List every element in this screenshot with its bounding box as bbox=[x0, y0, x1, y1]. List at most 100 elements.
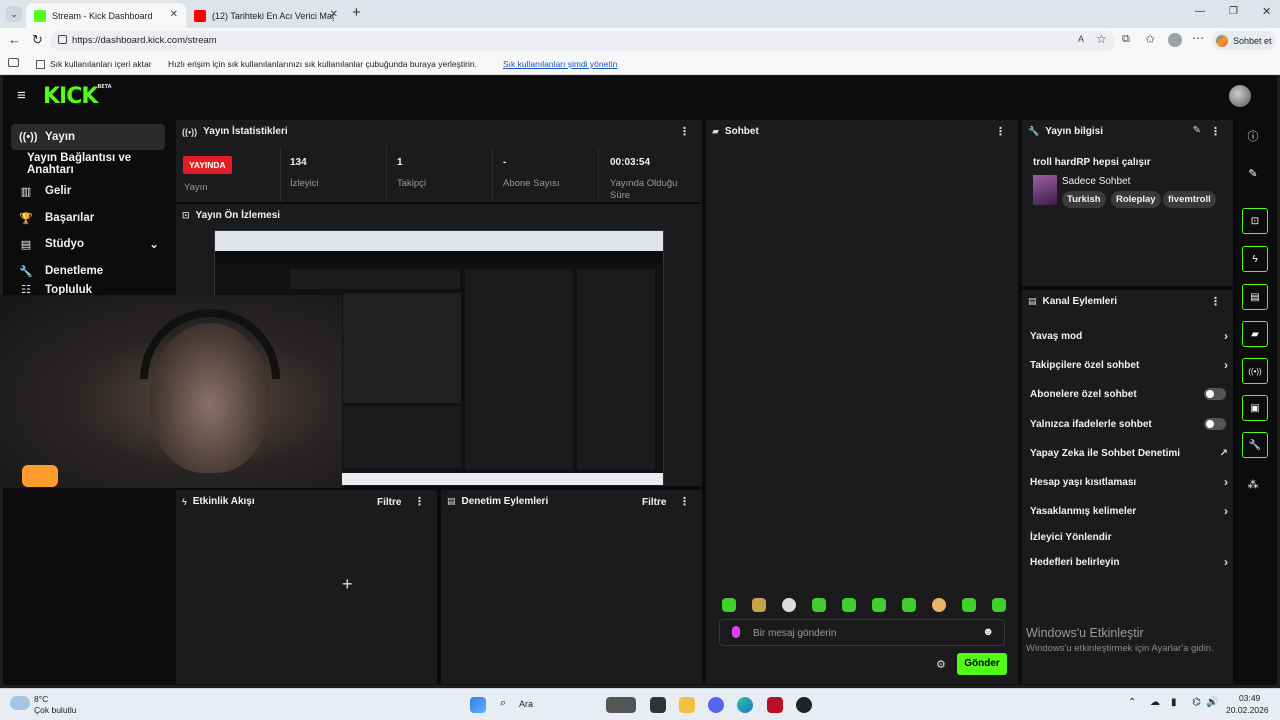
chat-bubble-icon[interactable]: ▰ bbox=[1242, 321, 1268, 347]
action-host-viewers[interactable]: İzleyici Yönlendir bbox=[1030, 527, 1228, 547]
toggle-switch[interactable] bbox=[1204, 388, 1226, 400]
sidebar-item-basarilar[interactable]: 🏆 Başarılar bbox=[11, 205, 165, 231]
category-name[interactable]: Sadece Sohbet bbox=[1062, 176, 1130, 187]
tag-chip[interactable]: fivemtroll bbox=[1163, 191, 1216, 208]
app-icon[interactable] bbox=[767, 697, 783, 713]
extensions-icon[interactable]: ⧉ bbox=[1122, 33, 1130, 46]
profile-avatar[interactable] bbox=[1168, 33, 1182, 47]
sidebar-item-stream-key[interactable]: Yayın Bağlantısı ve Anahtarı bbox=[19, 151, 179, 177]
action-slow-mode[interactable]: Yavaş mod › bbox=[1030, 326, 1228, 346]
action-account-age[interactable]: Hesap yaşı kısıtlaması › bbox=[1030, 472, 1228, 492]
volume-icon[interactable]: 🔊 bbox=[1206, 697, 1218, 708]
taskbar-search[interactable]: ⌕ Ara bbox=[494, 694, 594, 716]
refresh-icon[interactable]: ↻ bbox=[32, 32, 43, 48]
new-tab-button[interactable]: + bbox=[352, 4, 361, 21]
focus-icon[interactable]: ⊡ bbox=[1242, 208, 1268, 234]
emote-icon[interactable] bbox=[872, 598, 886, 612]
more-options-icon[interactable]: ⋮ bbox=[1210, 125, 1221, 138]
battery-icon[interactable]: ▮ bbox=[1171, 697, 1177, 708]
video-panel-icon[interactable]: ▣ bbox=[1242, 395, 1268, 421]
windows-start-icon[interactable] bbox=[470, 697, 486, 713]
filter-button[interactable]: Filtre bbox=[377, 497, 401, 508]
close-tab-icon[interactable]: ✕ bbox=[170, 9, 178, 20]
import-favorites-link[interactable]: Sık kullanılanları içeri aktar bbox=[36, 59, 152, 70]
clock-date[interactable]: 20.02.2026 bbox=[1226, 705, 1269, 715]
tab-kick-dashboard[interactable]: Stream - Kick Dashboard ✕ bbox=[26, 3, 186, 28]
more-options-icon[interactable]: ⋮ bbox=[679, 125, 690, 138]
close-window-icon[interactable]: ✕ bbox=[1262, 5, 1271, 18]
filter-button[interactable]: Filtre bbox=[642, 497, 666, 508]
obs-icon[interactable] bbox=[796, 697, 812, 713]
reading-list-icon[interactable] bbox=[8, 58, 19, 67]
emote-icon[interactable] bbox=[962, 598, 976, 612]
wrench-icon[interactable]: 🔧 bbox=[1242, 432, 1268, 458]
kick-logo[interactable]: KICKBETA bbox=[43, 84, 112, 109]
more-options-icon[interactable]: ⋮ bbox=[414, 495, 425, 508]
edit-icon[interactable]: ✎ bbox=[1193, 125, 1201, 136]
read-aloud-icon[interactable]: A bbox=[1078, 34, 1084, 44]
task-view-icon[interactable] bbox=[650, 697, 666, 713]
send-button[interactable]: Gönder bbox=[957, 653, 1007, 675]
more-options-icon[interactable]: ⋮ bbox=[995, 125, 1006, 138]
more-options-icon[interactable]: ⋮ bbox=[679, 495, 690, 508]
tag-chip[interactable]: Roleplay bbox=[1111, 191, 1161, 208]
action-subscribers-only[interactable]: Abonelere özel sohbet bbox=[1030, 384, 1228, 404]
discord-icon[interactable] bbox=[708, 697, 724, 713]
chat-input[interactable]: Bir mesaj gönderin ☻ bbox=[719, 619, 1005, 646]
emote-icon[interactable] bbox=[722, 598, 736, 612]
emote-icon[interactable] bbox=[812, 598, 826, 612]
emote-icon[interactable] bbox=[902, 598, 916, 612]
edge-icon[interactable] bbox=[737, 697, 753, 713]
action-emotes-only[interactable]: Yalnızca ifadelerle sohbet bbox=[1030, 414, 1228, 434]
emote-icon[interactable] bbox=[932, 598, 946, 612]
settings-more-icon[interactable]: ⋯ bbox=[1192, 31, 1204, 45]
minimize-icon[interactable]: — bbox=[1195, 6, 1205, 17]
sidebar-item-yayin[interactable]: ((•)) Yayın bbox=[11, 124, 165, 150]
tray-chevron-icon[interactable]: ⌃ bbox=[1128, 697, 1136, 708]
sidebar-item-topluluk[interactable]: ☷ Topluluk bbox=[11, 282, 165, 296]
broadcast-icon[interactable]: ((•)) bbox=[1242, 358, 1268, 384]
community-icon[interactable]: ⁂ bbox=[1240, 471, 1266, 497]
microphone-icon[interactable] bbox=[732, 626, 740, 638]
chat-settings-icon[interactable]: ⚙ bbox=[936, 658, 946, 671]
more-options-icon[interactable]: ⋮ bbox=[1210, 295, 1221, 308]
favorite-star-icon[interactable]: ☆ bbox=[1096, 32, 1107, 46]
weather-icon[interactable] bbox=[10, 696, 30, 710]
action-followers-only[interactable]: Takipçilere özel sohbet › bbox=[1030, 355, 1228, 375]
emote-icon[interactable] bbox=[842, 598, 856, 612]
site-info-icon[interactable] bbox=[58, 35, 67, 44]
edit-pencil-icon[interactable]: ✎ bbox=[1240, 160, 1266, 186]
toggle-switch[interactable] bbox=[1204, 418, 1226, 430]
document-icon[interactable]: ▤ bbox=[1242, 284, 1268, 310]
menu-icon[interactable]: ≡ bbox=[17, 87, 26, 104]
back-icon[interactable]: ← bbox=[8, 32, 21, 47]
live-badge: YAYINDA bbox=[183, 156, 232, 174]
action-ai-moderation[interactable]: Yapay Zeka ile Sohbet Denetimi ↗ bbox=[1030, 443, 1228, 463]
lightning-icon[interactable]: ϟ bbox=[1242, 246, 1268, 272]
sidebar-item-gelir[interactable]: ▥ Gelir bbox=[11, 178, 165, 204]
close-tab-icon[interactable]: ✕ bbox=[330, 9, 338, 20]
info-icon[interactable]: ⓘ bbox=[1240, 123, 1266, 149]
network-icon[interactable]: ⌬ bbox=[1192, 697, 1201, 708]
copilot-chat-button[interactable]: Sohbet et bbox=[1212, 31, 1276, 50]
tab-list-button[interactable]: ⌄ bbox=[6, 6, 22, 22]
tag-chip[interactable]: Turkish bbox=[1062, 191, 1106, 208]
action-set-goals[interactable]: Hedefleri belirleyin › bbox=[1030, 552, 1228, 572]
sidebar-item-denetleme[interactable]: 🔧 Denetleme bbox=[11, 258, 165, 284]
action-banned-words[interactable]: Yasaklanmış kelimeler › bbox=[1030, 501, 1228, 521]
emote-icon[interactable] bbox=[752, 598, 766, 612]
tab-youtube[interactable]: (12) Tarihteki En Acı Verici Mağara ✕ bbox=[186, 3, 346, 28]
tray-app-icon[interactable]: ☁ bbox=[1150, 697, 1160, 708]
file-explorer-icon[interactable] bbox=[679, 697, 695, 713]
clock-time[interactable]: 03:49 bbox=[1239, 693, 1260, 703]
sidebar-item-studyo[interactable]: ▤ Stüdyo ⌄ bbox=[11, 231, 165, 257]
widgets-icon[interactable] bbox=[606, 697, 636, 713]
favorites-icon[interactable]: ✩ bbox=[1145, 32, 1155, 46]
user-avatar[interactable] bbox=[1229, 85, 1251, 107]
url-input[interactable]: https://dashboard.kick.com/stream bbox=[50, 31, 1115, 51]
manage-favorites-link[interactable]: Sık kullanılanları şimdi yönetin bbox=[503, 59, 617, 69]
emote-icon[interactable] bbox=[782, 598, 796, 612]
emote-icon[interactable] bbox=[992, 598, 1006, 612]
emoji-picker-icon[interactable]: ☻ bbox=[982, 626, 994, 638]
maximize-icon[interactable]: ❐ bbox=[1229, 6, 1238, 17]
